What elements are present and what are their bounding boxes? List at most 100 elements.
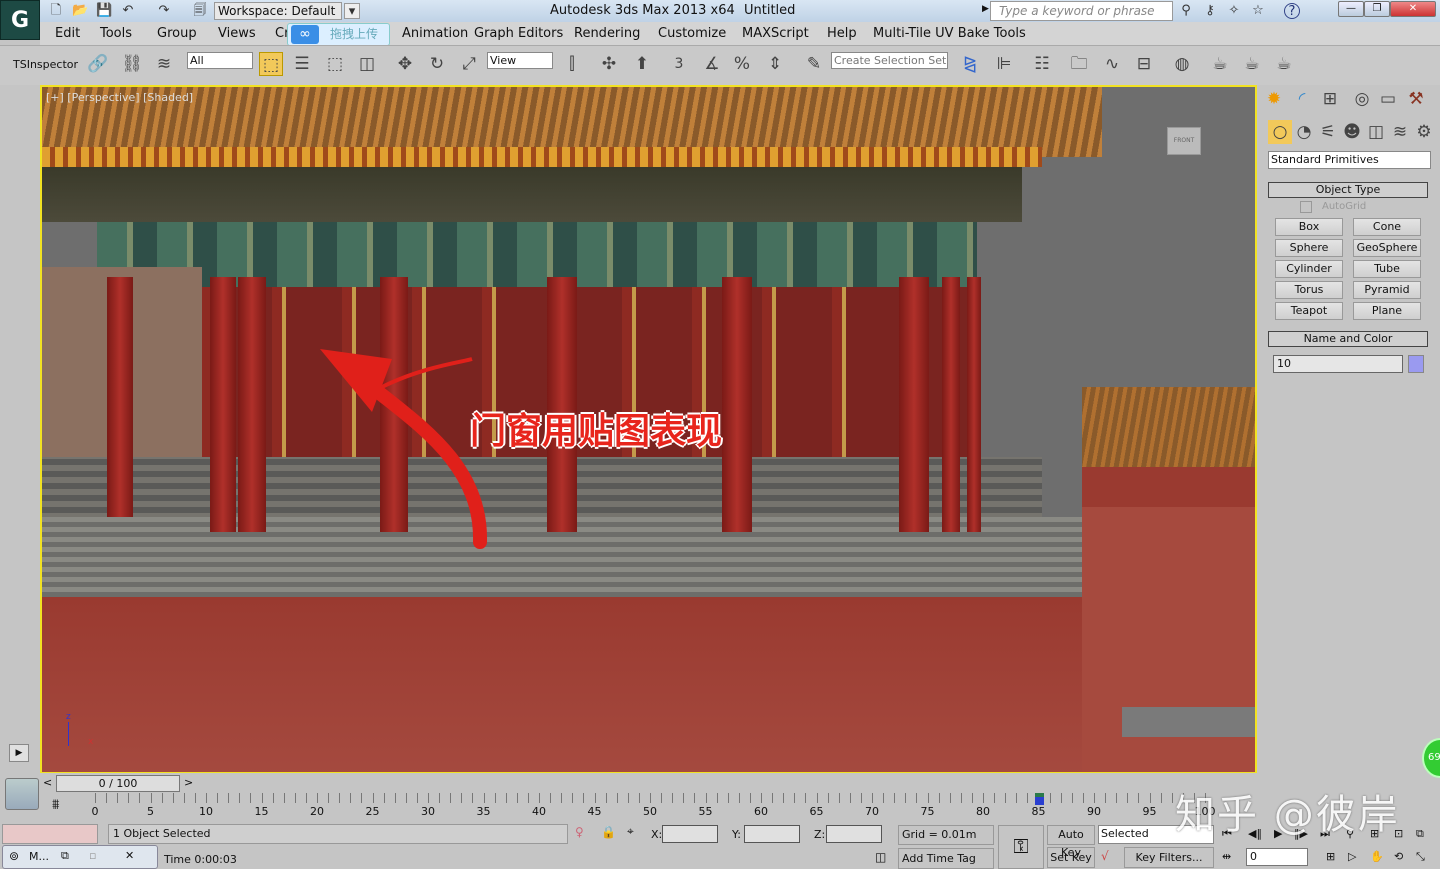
unlink-icon[interactable]: ⛓ xyxy=(120,52,144,76)
selection-filter-dropdown[interactable]: All xyxy=(187,52,253,69)
spinner-snap-icon[interactable]: ⇕ xyxy=(763,52,787,76)
selection-lock-icon[interactable]: 🔒 xyxy=(601,825,616,839)
auto-key-button[interactable]: Auto Key xyxy=(1047,825,1095,859)
pivot-center-icon[interactable]: ⫿ xyxy=(560,52,584,76)
curve-editor-icon[interactable]: ∿ xyxy=(1100,52,1124,76)
add-time-tag-button[interactable]: Add Time Tag xyxy=(898,848,994,869)
lights-icon[interactable]: ⚟ xyxy=(1316,120,1340,144)
geosphere-button[interactable]: GeoSphere xyxy=(1353,239,1421,257)
percent-snap-icon[interactable]: % xyxy=(730,52,754,76)
menu-group[interactable]: Group xyxy=(157,26,197,41)
set-key-button[interactable]: Set Key xyxy=(1047,847,1095,868)
snap-toggle-icon[interactable]: 3 xyxy=(667,52,691,76)
menu-customize[interactable]: Customize xyxy=(658,26,726,41)
taskbar-maximize-icon[interactable]: ▫ xyxy=(89,849,96,862)
category-dropdown[interactable]: Standard Primitives xyxy=(1268,151,1431,169)
field-of-view-icon[interactable]: ▷ xyxy=(1348,850,1356,863)
hierarchy-tab-icon[interactable]: ⊞ xyxy=(1318,87,1342,111)
align-icon[interactable]: ⊫ xyxy=(992,52,1016,76)
time-slider[interactable]: 0 / 100 xyxy=(56,775,180,792)
rendered-frame-window-icon[interactable]: ☕ xyxy=(1240,52,1264,76)
taskbar-restore-icon[interactable]: ⧉ xyxy=(61,849,69,863)
geometry-icon[interactable]: ○ xyxy=(1268,120,1292,144)
mirror-icon[interactable]: ⧎ xyxy=(958,52,982,76)
expand-search-icon[interactable]: ▶ xyxy=(982,4,989,14)
angle-snap-icon[interactable]: ∡ xyxy=(700,52,724,76)
save-icon[interactable]: 💾 xyxy=(96,3,112,19)
favorites-star-icon[interactable]: ☆ xyxy=(1250,3,1266,19)
box-button[interactable]: Box xyxy=(1275,218,1343,236)
restore-button[interactable]: ❐ xyxy=(1364,1,1390,17)
edit-named-selection-icon[interactable]: ✎ xyxy=(802,52,826,76)
key-filters-button[interactable]: Key Filters... xyxy=(1124,847,1214,868)
sphere-button[interactable]: Sphere xyxy=(1275,239,1343,257)
select-manipulate-icon[interactable]: ✣ xyxy=(597,52,621,76)
app-logo-button[interactable]: G xyxy=(0,0,40,40)
menu-maxscript[interactable]: MAXScript xyxy=(742,26,809,41)
create-tab-icon[interactable]: ✹ xyxy=(1262,87,1286,111)
menu-multitile-uv-bake[interactable]: Multi-Tile UV Bake Tools xyxy=(873,26,1026,41)
expand-viewport-button[interactable]: ▶ xyxy=(9,744,29,762)
rotate-icon[interactable]: ↻ xyxy=(425,52,449,76)
menu-animation[interactable]: Animation xyxy=(402,26,468,41)
name-color-rollout[interactable]: Name and Color xyxy=(1268,331,1428,347)
move-icon[interactable]: ✥ xyxy=(393,52,417,76)
set-key-mode-icon[interactable]: ⚿ xyxy=(998,825,1044,869)
modify-tab-icon[interactable]: ◜ xyxy=(1290,87,1314,111)
minimize-button[interactable]: — xyxy=(1338,1,1364,17)
scale-icon[interactable]: ⤢ xyxy=(457,52,481,76)
layer-manager-icon[interactable]: ☷ xyxy=(1030,52,1054,76)
plane-button[interactable]: Plane xyxy=(1353,302,1421,320)
satellite-icon[interactable]: ✧ xyxy=(1226,3,1242,19)
menu-graph-editors[interactable]: Graph Editors xyxy=(474,26,563,41)
maximize-viewport-icon[interactable]: ⤡ xyxy=(1416,850,1425,864)
reference-coord-dropdown[interactable]: View xyxy=(487,52,553,69)
render-setup-icon[interactable]: ☕ xyxy=(1208,52,1232,76)
object-type-rollout[interactable]: Object Type xyxy=(1268,182,1428,198)
viewport-label[interactable]: [+] [Perspective] [Shaded] xyxy=(46,91,193,104)
time-tag-icon[interactable]: ◫ xyxy=(875,850,886,864)
isolate-selection-icon[interactable]: ♀ xyxy=(575,825,584,839)
render-production-icon[interactable]: ☕ xyxy=(1272,52,1296,76)
default-tangent-icon[interactable]: √ xyxy=(1101,849,1109,863)
orbit-icon[interactable]: ⟲ xyxy=(1394,850,1403,863)
time-configuration-icon[interactable]: ⊞ xyxy=(1326,850,1335,863)
keyboard-shortcut-override-icon[interactable]: ⬆ xyxy=(630,52,654,76)
taskbar-minimized-window[interactable]: ⊚ M... ⧉ ▫ ✕ xyxy=(2,845,158,869)
object-color-swatch[interactable] xyxy=(1408,355,1424,373)
slider-next-button[interactable]: > xyxy=(184,776,193,789)
absolute-mode-icon[interactable]: ⌖ xyxy=(627,824,634,839)
taskbar-close-icon[interactable]: ✕ xyxy=(125,849,134,862)
utilities-tab-icon[interactable]: ⚒ xyxy=(1404,87,1428,111)
menu-tools[interactable]: Tools xyxy=(100,26,132,41)
help-icon[interactable]: ? xyxy=(1284,3,1300,19)
binoculars-icon[interactable]: ⚲ xyxy=(1178,3,1194,19)
display-tab-icon[interactable]: ▭ xyxy=(1376,87,1400,111)
material-editor-icon[interactable]: ◍ xyxy=(1170,52,1194,76)
autogrid-checkbox[interactable] xyxy=(1300,201,1312,213)
menu-help[interactable]: Help xyxy=(827,26,857,41)
teapot-button[interactable]: Teapot xyxy=(1275,302,1343,320)
motion-tab-icon[interactable]: ◎ xyxy=(1350,87,1374,111)
redo-icon[interactable]: ↷ xyxy=(156,3,172,19)
z-coordinate-input[interactable] xyxy=(826,825,882,843)
cone-button[interactable]: Cone xyxy=(1353,218,1421,236)
mini-listener-toggle[interactable] xyxy=(5,778,39,810)
quick-access-dropdown[interactable]: ▾ xyxy=(344,3,360,19)
bind-spacewarp-icon[interactable]: ≋ xyxy=(152,52,176,76)
menu-edit[interactable]: Edit xyxy=(55,26,80,41)
new-file-icon[interactable]: 🗋 xyxy=(48,3,64,19)
torus-button[interactable]: Torus xyxy=(1275,281,1343,299)
key-mode-toggle-icon[interactable]: ⇹ xyxy=(1222,850,1231,863)
maxscript-listener[interactable] xyxy=(2,824,98,844)
pan-icon[interactable]: ✋ xyxy=(1370,850,1384,863)
select-object-icon[interactable]: ⬚ xyxy=(259,52,283,76)
spacewarps-icon[interactable]: ≋ xyxy=(1388,120,1412,144)
object-name-input[interactable]: 10 xyxy=(1273,355,1403,373)
cylinder-button[interactable]: Cylinder xyxy=(1275,260,1343,278)
current-frame-marker[interactable] xyxy=(1034,793,1044,805)
perspective-viewport[interactable]: [+] [Perspective] [Shaded] FRONT 门窗用贴图表现… xyxy=(40,85,1257,774)
curve-editor-mini-icon[interactable]: ⩩ xyxy=(52,797,59,813)
tsinspector-button[interactable]: TSInspector xyxy=(13,58,78,71)
open-file-icon[interactable]: 📂 xyxy=(72,3,88,19)
